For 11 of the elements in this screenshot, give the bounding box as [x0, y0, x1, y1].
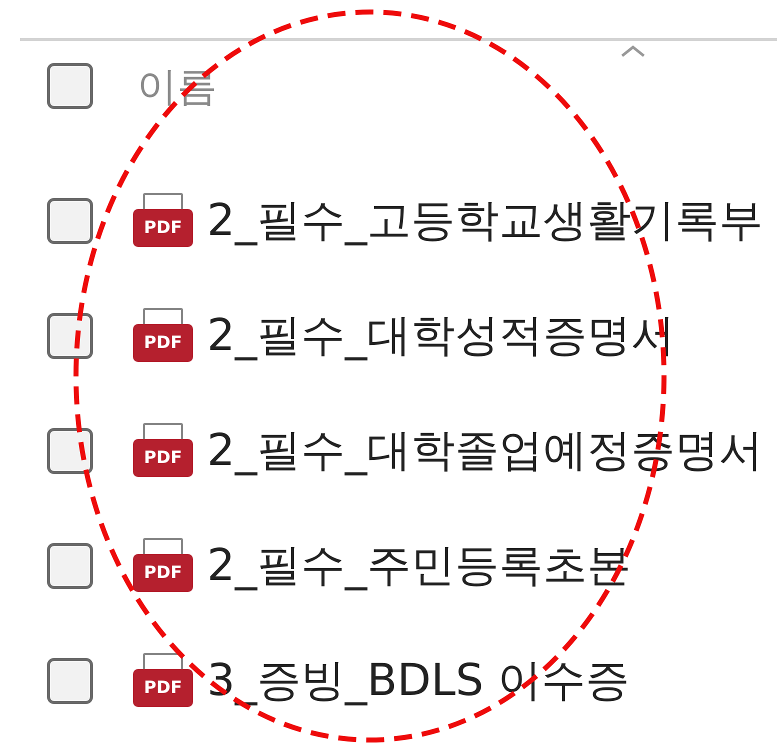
row-checkbox[interactable] [47, 542, 93, 588]
file-name[interactable]: 2_필수_주민등록초본 [207, 536, 631, 595]
row-checkbox[interactable] [47, 198, 93, 244]
row-checkbox[interactable] [47, 428, 93, 474]
file-name[interactable]: 2_필수_고등학교생활기록부 [207, 191, 763, 250]
file-name[interactable]: 2_필수_대학졸업예정증명서 [207, 421, 763, 480]
file-name[interactable]: 2_필수_대학성적증명서 [207, 306, 675, 365]
row-checkbox[interactable] [47, 658, 93, 704]
select-all-checkbox[interactable] [47, 63, 93, 109]
row-checkbox[interactable] [47, 312, 93, 358]
file-name[interactable]: 3_증빙_BDLS 이수증 [207, 651, 630, 710]
